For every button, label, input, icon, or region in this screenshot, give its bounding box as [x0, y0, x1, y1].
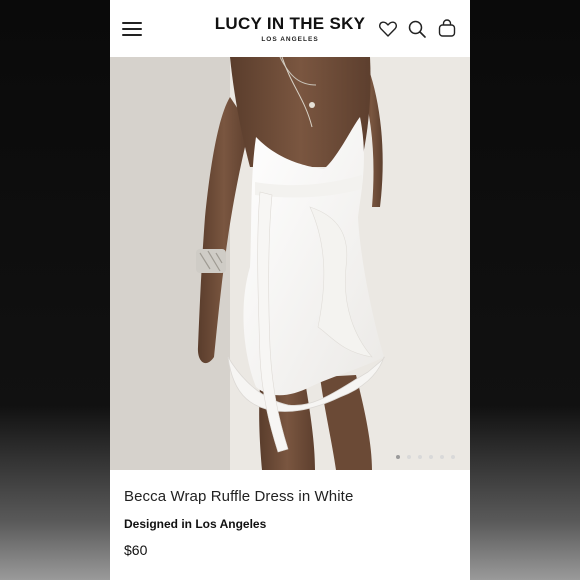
- product-origin: Designed in Los Angeles: [124, 517, 267, 531]
- gallery-dot[interactable]: [418, 455, 422, 459]
- search-icon[interactable]: [407, 19, 427, 39]
- gallery-dot[interactable]: [407, 455, 411, 459]
- gallery-dot[interactable]: [440, 455, 444, 459]
- product-title: Becca Wrap Ruffle Dress in White: [124, 488, 354, 505]
- product-info: Becca Wrap Ruffle Dress in White Designe…: [110, 470, 470, 580]
- gallery-dot[interactable]: [429, 455, 433, 459]
- product-image[interactable]: [110, 57, 470, 470]
- product-price: $60: [124, 542, 148, 558]
- heart-icon[interactable]: [378, 19, 398, 39]
- gallery-dot[interactable]: [451, 455, 455, 459]
- site-header: LUCY IN THE SKY LOS ANGELES: [110, 0, 470, 58]
- gallery-dot[interactable]: [396, 455, 400, 459]
- product-page: LUCY IN THE SKY LOS ANGELES Becca Wrap R…: [110, 0, 470, 580]
- bag-icon[interactable]: [437, 18, 457, 38]
